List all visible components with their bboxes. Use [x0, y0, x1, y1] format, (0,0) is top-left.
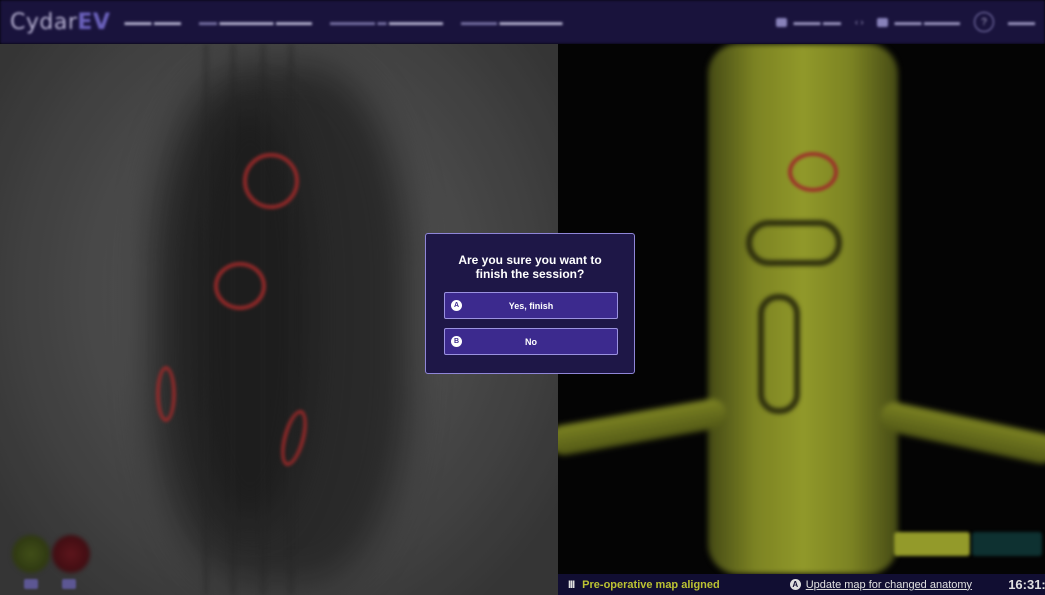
yes-finish-button[interactable]: A Yes, finish — [444, 292, 618, 319]
app-window: CydarEV ▬▬▬ ▬▬▬ ▬▬ ▬▬▬▬▬▬ ▬▬▬▬ ▬▬▬▬▬ ▬ ▬… — [0, 0, 1045, 595]
finish-session-dialog: Are you sure you want to finish the sess… — [425, 233, 635, 374]
a-button-icon: A — [451, 300, 462, 311]
no-label: No — [525, 336, 537, 347]
yes-finish-label: Yes, finish — [508, 300, 554, 311]
no-button[interactable]: B No — [444, 328, 618, 355]
b-button-icon: B — [451, 336, 462, 347]
dialog-question: Are you sure you want to finish the sess… — [458, 253, 602, 281]
